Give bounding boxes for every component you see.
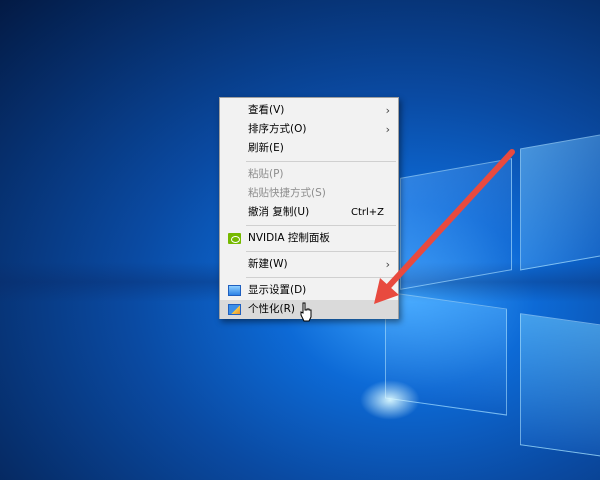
display-settings-icon	[228, 285, 241, 296]
menu-item-label: 撤消 复制(U)	[248, 206, 310, 218]
menu-item-undo-copy[interactable]: 撤消 复制(U) Ctrl+Z	[220, 203, 398, 222]
nvidia-icon	[228, 233, 241, 244]
chevron-right-icon: ›	[385, 104, 390, 117]
wallpaper-pane	[520, 131, 600, 271]
menu-item-new[interactable]: 新建(W) ›	[220, 255, 398, 274]
menu-item-label: 显示设置(D)	[248, 284, 307, 296]
menu-item-label: 新建(W)	[248, 258, 288, 270]
chevron-right-icon: ›	[385, 258, 390, 271]
menu-item-shortcut: Ctrl+Z	[350, 207, 384, 218]
menu-item-paste: 粘贴(P)	[220, 165, 398, 184]
menu-separator	[246, 225, 396, 226]
wallpaper-glow	[360, 380, 420, 420]
menu-item-refresh[interactable]: 刷新(E)	[220, 139, 398, 158]
menu-item-paste-shortcut: 粘贴快捷方式(S)	[220, 184, 398, 203]
wallpaper-pane	[520, 313, 600, 459]
menu-item-label: 粘贴(P)	[248, 168, 284, 180]
menu-separator	[246, 161, 396, 162]
menu-item-label: 个性化(R)	[248, 303, 295, 315]
wallpaper-pane	[400, 158, 512, 290]
menu-separator	[246, 277, 396, 278]
menu-item-label: NVIDIA 控制面板	[248, 232, 330, 244]
desktop-context-menu: 查看(V) › 排序方式(O) › 刷新(E) 粘贴(P) 粘贴快捷方式(S) …	[219, 97, 399, 319]
menu-separator	[246, 251, 396, 252]
menu-item-view[interactable]: 查看(V) ›	[220, 101, 398, 120]
menu-item-label: 排序方式(O)	[248, 123, 307, 135]
chevron-right-icon: ›	[385, 123, 390, 136]
menu-item-label: 刷新(E)	[248, 142, 284, 154]
menu-item-label: 粘贴快捷方式(S)	[248, 187, 326, 199]
menu-item-display-settings[interactable]: 显示设置(D)	[220, 281, 398, 300]
menu-item-nvidia-control-panel[interactable]: NVIDIA 控制面板	[220, 229, 398, 248]
hand-cursor-icon	[300, 302, 312, 322]
personalize-icon	[228, 304, 241, 315]
menu-item-label: 查看(V)	[248, 104, 285, 116]
menu-item-sort-by[interactable]: 排序方式(O) ›	[220, 120, 398, 139]
